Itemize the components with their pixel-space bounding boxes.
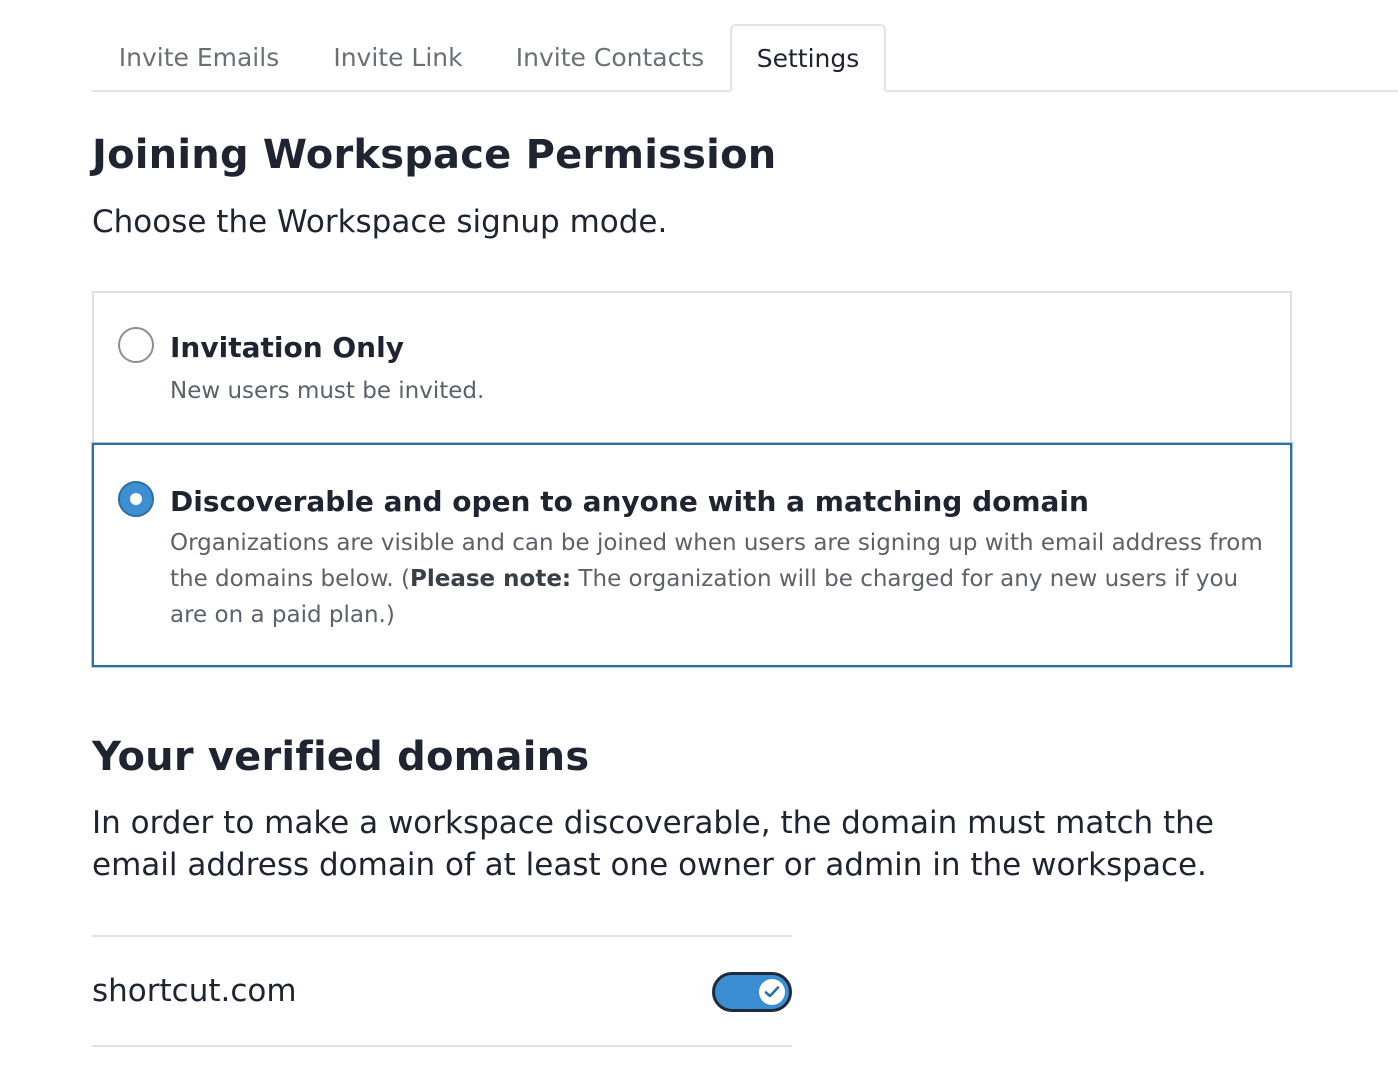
- domain-toggle[interactable]: [712, 972, 792, 1012]
- permission-subtitle: Choose the Workspace signup mode.: [92, 204, 668, 240]
- verified-domains-title: Your verified domains: [92, 734, 590, 780]
- option-invitation-only[interactable]: Invitation Only New users must be invite…: [92, 291, 1292, 443]
- option-description: Organizations are visible and can be joi…: [170, 525, 1266, 633]
- please-note-label: Please note:: [410, 566, 572, 592]
- domain-list: shortcut.com: [92, 935, 792, 1047]
- option-label: Discoverable and open to anyone with a m…: [170, 485, 1089, 518]
- option-label: Invitation Only: [170, 331, 404, 364]
- tab-invite-contacts[interactable]: Invite Contacts: [490, 24, 730, 90]
- radio-invitation-only[interactable]: [118, 327, 154, 363]
- domain-name: shortcut.com: [92, 973, 297, 1009]
- option-discoverable[interactable]: Discoverable and open to anyone with a m…: [92, 443, 1292, 667]
- tab-settings[interactable]: Settings: [730, 24, 886, 92]
- tab-invite-emails[interactable]: Invite Emails: [92, 24, 306, 90]
- signup-mode-options: Invitation Only New users must be invite…: [92, 291, 1292, 667]
- verified-domains-description: In order to make a workspace discoverabl…: [92, 805, 1214, 883]
- invite-settings-page: Invite Emails Invite Link Invite Contact…: [92, 0, 1398, 1047]
- option-description: New users must be invited.: [170, 378, 485, 404]
- tab-bar: Invite Emails Invite Link Invite Contact…: [92, 0, 1398, 92]
- tab-invite-link[interactable]: Invite Link: [306, 24, 490, 90]
- permission-title: Joining Workspace Permission: [92, 132, 777, 178]
- radio-discoverable-selected[interactable]: [118, 481, 154, 517]
- toggle-knob: [759, 979, 785, 1005]
- check-icon: [764, 986, 780, 998]
- domain-row: shortcut.com: [92, 937, 792, 1045]
